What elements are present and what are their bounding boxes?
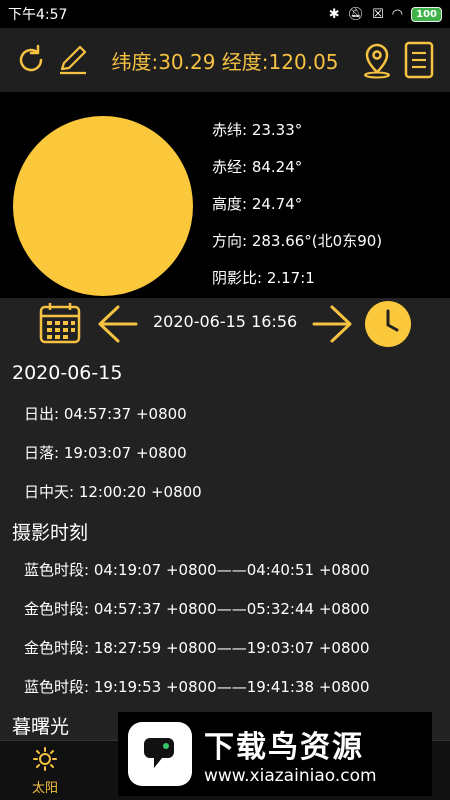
status-bar: 下午4:57 ✱ 🔕︎ ☒ ◠ 100 <box>0 0 450 28</box>
sun-icon <box>31 745 59 773</box>
edit-icon[interactable] <box>52 39 94 81</box>
altitude-value: 高度: 24.74° <box>212 195 303 213</box>
photo-time-row: 蓝色时段: 19:19:53 +0800——19:41:38 +0800 <box>24 678 370 696</box>
top-toolbar: 纬度:30.29 经度:120.05 <box>0 28 450 92</box>
sun-stats: 赤纬: 23.33° 赤经: 84.24° 高度: 24.74° 方向: 283… <box>212 112 382 297</box>
sunrise-row: 日出: 04:57:37 +0800 <box>24 405 187 423</box>
twilight-section-heading: 暮曙光 <box>12 716 70 738</box>
current-datetime[interactable]: 2020-06-15 16:56 <box>153 312 297 331</box>
nav-item-sun[interactable]: 太阳 <box>0 741 90 800</box>
right-ascension-value: 赤经: 84.24° <box>212 158 303 176</box>
date-heading: 2020-06-15 <box>12 362 123 384</box>
watermark-url: www.xiazainiao.com <box>204 766 377 786</box>
next-arrow-icon[interactable] <box>310 303 354 349</box>
sun-disc <box>13 116 193 296</box>
photo-section-heading: 摄影时刻 <box>12 522 89 544</box>
photo-time-row: 蓝色时段: 04:19:07 +0800——04:40:51 +0800 <box>24 561 370 579</box>
azimuth-value: 方向: 283.66°(北0东90) <box>212 232 383 250</box>
previous-arrow-icon[interactable] <box>96 303 140 349</box>
battery-indicator: 100 <box>411 6 442 22</box>
watermark-logo <box>128 722 192 786</box>
solar-noon-row: 日中天: 12:00:20 +0800 <box>24 483 202 501</box>
watermark-title: 下载鸟资源 <box>204 730 364 765</box>
wifi-icon: ◠ <box>391 6 404 22</box>
declination-value: 赤纬: 23.33° <box>212 121 303 139</box>
bluetooth-icon: ✱ <box>328 6 340 22</box>
document-list-icon[interactable] <box>398 39 440 81</box>
location-pin-icon[interactable] <box>356 39 398 81</box>
coordinates-label: 纬度:30.29 经度:120.05 <box>111 49 339 74</box>
shadow-ratio-value: 阴影比: 2.17:1 <box>212 269 315 287</box>
date-navigation-bar: 2020-06-15 16:56 <box>0 298 450 350</box>
nav-label: 太阳 <box>31 781 58 796</box>
status-time: 下午4:57 <box>8 7 68 23</box>
sun-times-list: 2020-06-15 日出: 04:57:37 +0800 日落: 19:03:… <box>0 352 450 740</box>
sunset-row: 日落: 19:03:07 +0800 <box>24 444 187 462</box>
photo-time-row: 金色时段: 04:57:37 +0800——05:32:44 +0800 <box>24 600 370 618</box>
photo-time-row: 金色时段: 18:27:59 +0800——19:03:07 +0800 <box>24 639 370 657</box>
mute-icon: 🔕︎ <box>347 6 365 22</box>
calendar-icon[interactable] <box>38 301 82 349</box>
refresh-icon[interactable] <box>10 39 52 81</box>
clock-icon[interactable] <box>364 300 412 352</box>
watermark-banner: 下载鸟资源 www.xiazainiao.com <box>118 712 432 796</box>
sun-panel: 赤纬: 23.33° 赤经: 84.24° 高度: 24.74° 方向: 283… <box>0 92 450 298</box>
system-icons: ✱ 🔕︎ ☒ ◠ 100 <box>328 6 442 22</box>
no-sim-icon: ☒ <box>372 6 384 22</box>
